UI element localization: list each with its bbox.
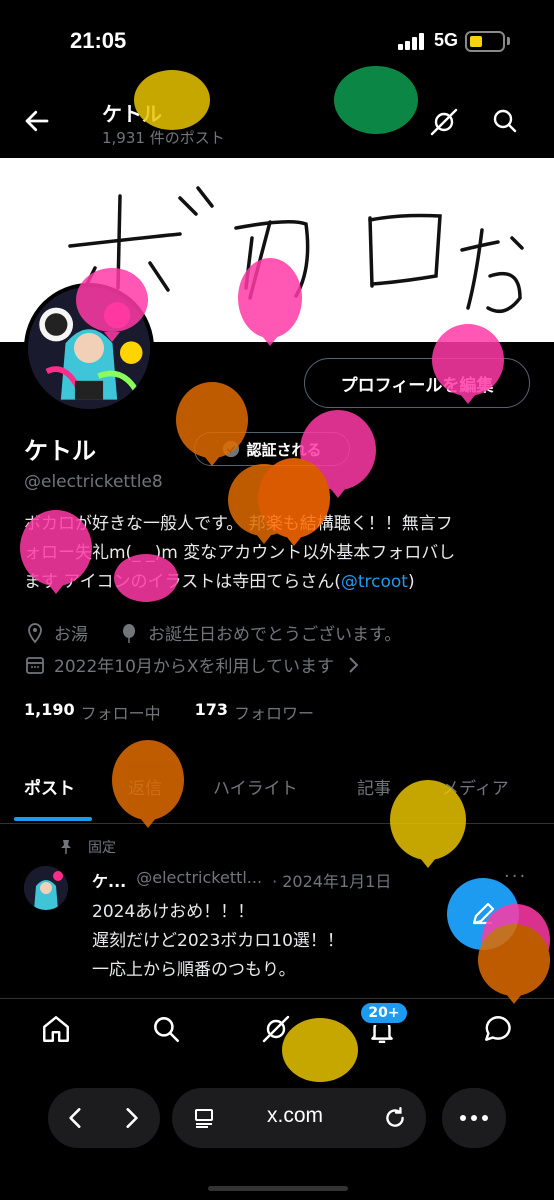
profile-avatar[interactable] (24, 283, 154, 413)
more-dots-icon (460, 1115, 488, 1121)
display-name: ケトル (24, 437, 96, 465)
follow-stats: 1,190 フォロー中 173 フォロワー (24, 700, 314, 724)
followers-label[interactable]: フォロワー (234, 700, 314, 724)
tab-articles[interactable]: 記事 (357, 774, 391, 799)
nav-grok[interactable] (256, 1009, 296, 1049)
battery-icon (465, 31, 505, 52)
post-author-avatar[interactable] (24, 866, 68, 910)
home-indicator (208, 1186, 348, 1191)
verify-label: 認証される (246, 440, 322, 459)
pinned-indicator: 固定 (58, 837, 116, 857)
back-button[interactable] (22, 106, 52, 136)
browser-forward-icon[interactable] (118, 1105, 144, 1131)
header-name: ケトル (102, 102, 162, 126)
search-icon (493, 109, 517, 133)
followers-count[interactable]: 173 (195, 700, 228, 724)
bio-line: ォロー失礼m(_ _)m 変なアカウント以外基本フォロバし (24, 543, 456, 563)
tab-replies[interactable]: 返信 (128, 774, 162, 799)
bottom-navigation (0, 998, 554, 1060)
verified-badge-icon (223, 440, 240, 458)
browser-menu-button[interactable] (442, 1088, 506, 1148)
profile-bio: ボカロが好きな一般人です。 邦楽も結構聴く！！無言フ ォロー失礼m(_ _)m … (24, 510, 534, 597)
location-icon (28, 622, 42, 643)
tab-posts[interactable]: ポスト (24, 774, 75, 799)
network-type: 5G (434, 30, 459, 50)
joined-row[interactable]: 2022年10月からXを利用しています (24, 652, 364, 677)
scroll-edge (0, 985, 554, 999)
search-icon (154, 1017, 180, 1043)
profile-handle: @electrickettle8 (24, 472, 163, 492)
battery-tip (507, 37, 510, 45)
bio-line: ます アイコンのイラストは寺田てらさん(@trcoot) (24, 568, 534, 597)
search-button[interactable] (490, 106, 520, 136)
post-more-button[interactable]: ··· (504, 866, 527, 887)
url-text: x.com (267, 1104, 324, 1127)
nav-search[interactable] (146, 1009, 186, 1049)
birthday-text: お誕生日おめでとうございます。 (148, 625, 402, 645)
calendar-icon (26, 656, 44, 674)
bio-text: ます アイコンのイラストは寺田てらさん( (24, 572, 341, 592)
profile-tabs: ポスト 返信 ハイライト 記事 メディア (0, 760, 554, 824)
home-icon (43, 1016, 69, 1042)
balloon-icon (123, 623, 135, 643)
post-count: 1,931 件のポスト (102, 129, 225, 147)
arrow-left-icon (25, 110, 49, 132)
browser-back-icon[interactable] (63, 1105, 89, 1131)
post-author-handle[interactable]: @electrickettl... (136, 868, 262, 892)
post-date[interactable]: · 2024年1月1日 (272, 868, 391, 892)
notification-badge: 20+ (359, 1001, 409, 1025)
status-time: 21:05 (70, 28, 127, 53)
address-bar[interactable]: x.com (172, 1088, 426, 1148)
signal-icon (398, 33, 428, 50)
browser-nav-pill (48, 1088, 160, 1148)
tab-media[interactable]: メディア (442, 774, 509, 799)
grok-icon (262, 1015, 290, 1043)
post-text-line: 一応上から順番のつもり。 (92, 960, 296, 980)
tab-highlights[interactable]: ハイライト (213, 774, 298, 799)
following-label[interactable]: フォロー中 (81, 700, 161, 724)
browser-toolbar: x.com (0, 1080, 554, 1200)
avatar-illustration (24, 866, 68, 910)
pin-icon (61, 840, 71, 854)
grok-icon (430, 108, 458, 136)
joined-text: 2022年10月からXを利用しています (54, 657, 335, 677)
get-verified-button[interactable]: 認証される (194, 432, 350, 466)
edit-profile-button[interactable]: プロフィールを編集 (304, 358, 530, 408)
profile-header: ケトル 1,931 件のポスト (0, 90, 554, 158)
location-text: お湯 (54, 625, 88, 645)
pinned-label: 固定 (88, 840, 116, 856)
messages-icon (485, 1016, 511, 1041)
following-count[interactable]: 1,190 (24, 700, 75, 724)
nav-home[interactable] (36, 1009, 76, 1049)
reload-icon[interactable] (382, 1105, 408, 1131)
compose-post-button[interactable] (447, 878, 519, 950)
reader-mode-icon[interactable] (192, 1106, 216, 1130)
avatar-illustration (28, 287, 150, 409)
grok-button[interactable] (428, 106, 460, 138)
profile-meta: お湯 お誕生日おめでとうございます。 (24, 620, 401, 645)
compose-icon (472, 902, 495, 925)
bio-line: ボカロが好きな一般人です。 邦楽も結構聴く！！無言フ (24, 514, 453, 534)
status-bar: 21:05 5G (0, 0, 554, 90)
bio-text: ) (407, 572, 415, 592)
chevron-right-icon (349, 656, 359, 673)
active-tab-indicator (14, 817, 92, 821)
post-author-name[interactable]: ケ... (92, 868, 126, 892)
bio-mention-link[interactable]: @trcoot (341, 572, 408, 592)
nav-messages[interactable] (478, 1009, 518, 1049)
